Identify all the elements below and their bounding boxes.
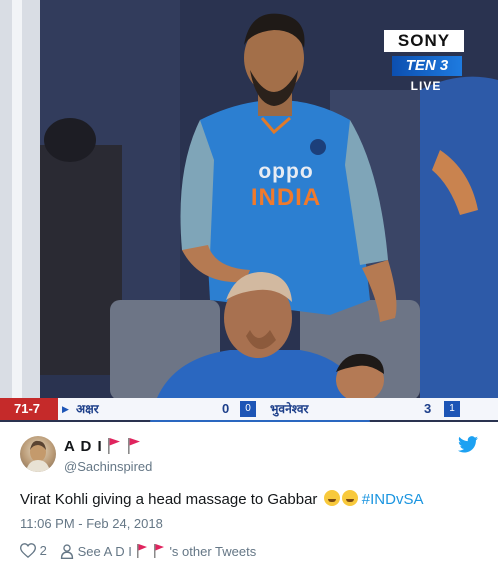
twitter-bird-icon[interactable]: [458, 436, 478, 458]
red-flag-icon: [154, 544, 165, 558]
team-score: 71-7: [0, 398, 58, 420]
tears-of-joy-emoji-icon: [323, 490, 340, 506]
batsman2-name: भुवनेश्वर: [270, 402, 309, 416]
like-button[interactable]: 2: [19, 543, 47, 559]
ten3-logo: TEN 3: [392, 56, 462, 76]
avatar[interactable]: [20, 436, 56, 472]
batsman2-runs: 3: [424, 401, 432, 416]
tweet-timestamp[interactable]: 11:06 PM - Feb 24, 2018: [20, 516, 163, 531]
author-name[interactable]: A D I: [64, 438, 103, 455]
like-count: 2: [39, 543, 47, 558]
profile-link-prefix: See A D I: [77, 544, 132, 559]
hashtag-link[interactable]: #INDvSA: [362, 491, 424, 508]
tweet-text: Virat Kohli giving a head massage to Gab…: [20, 490, 423, 508]
author-flags: [106, 437, 148, 460]
sony-logo: SONY: [384, 30, 464, 52]
author-handle[interactable]: @Sachinspired: [64, 459, 152, 474]
tweet-media-image[interactable]: oppo INDIA SONY TEN 3 LIVE 71-7 ▶ अक्षर …: [0, 0, 498, 422]
avatar-image: [26, 440, 50, 472]
profile-link[interactable]: See A D I 's other Tweets: [60, 543, 256, 559]
author-flags-inline: [137, 544, 165, 558]
red-flag-icon: [137, 544, 148, 558]
person-icon: [60, 544, 74, 559]
red-flag-icon: [108, 438, 120, 454]
heart-icon: [19, 543, 37, 559]
batsman1-balls: 0: [240, 401, 256, 417]
batsman2-balls: 1: [444, 401, 460, 417]
score-bar: 71-7 ▶ अक्षर 0 0 भुवनेश्वर 3 1: [0, 398, 498, 420]
tears-of-joy-emoji-icon: [341, 490, 358, 506]
tweet-card: A D I @Sachinspired Virat Kohli giving a…: [0, 422, 498, 573]
batsman1-name: अक्षर: [76, 402, 99, 416]
tweet-body: Virat Kohli giving a head massage to Gab…: [20, 491, 318, 508]
red-flag-icon: [128, 438, 140, 454]
jersey-sponsor-text: oppo: [258, 160, 314, 183]
live-label: LIVE: [410, 79, 442, 93]
jersey-country-text: INDIA: [250, 184, 322, 211]
batting-arrow-icon: ▶: [62, 404, 69, 414]
batsman1-runs: 0: [222, 401, 230, 416]
profile-link-suffix: 's other Tweets: [169, 544, 257, 559]
